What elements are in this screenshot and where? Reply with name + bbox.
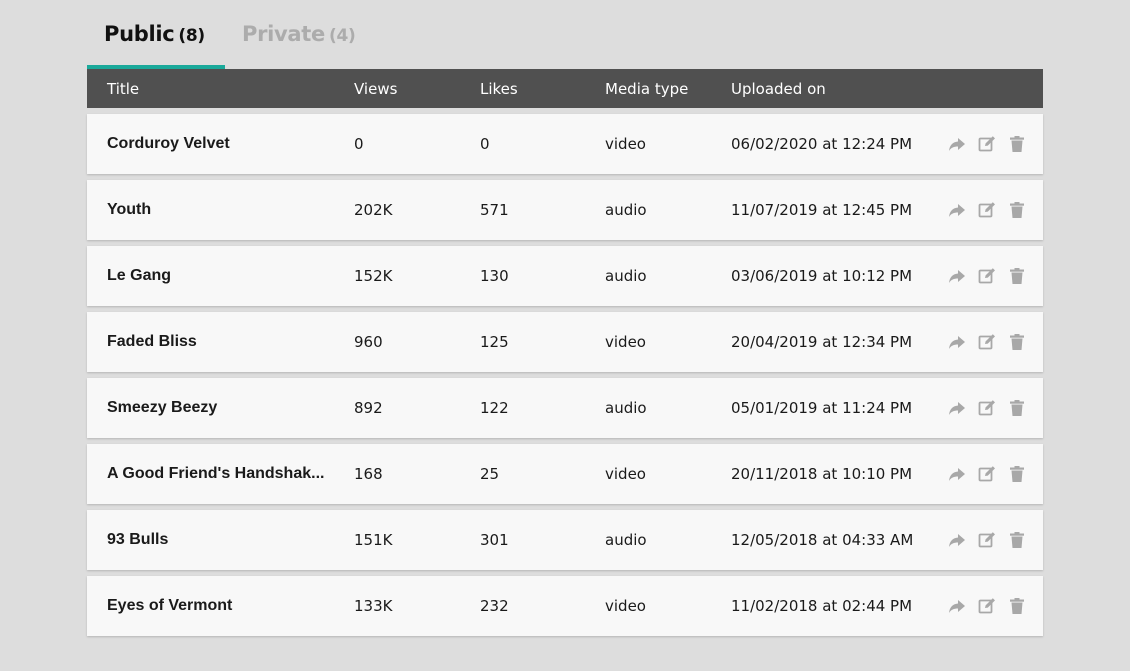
row-views: 152K — [354, 267, 393, 285]
column-header-title[interactable]: Title — [107, 80, 139, 98]
row-views: 202K — [354, 201, 393, 219]
row-likes: 130 — [480, 267, 509, 285]
row-likes: 571 — [480, 201, 509, 219]
row-title[interactable]: Youth — [107, 201, 331, 219]
row-actions — [948, 201, 1026, 219]
row-uploaded-on: 05/01/2019 at 11:24 PM — [731, 399, 913, 417]
table-row[interactable]: 93 Bulls 151K 301 audio 12/05/2018 at 04… — [87, 510, 1043, 570]
row-actions — [948, 333, 1026, 351]
row-views: 133K — [354, 597, 393, 615]
edit-icon[interactable] — [978, 465, 996, 483]
trash-icon[interactable] — [1008, 597, 1026, 615]
table-row[interactable]: Corduroy Velvet 0 0 video 06/02/2020 at … — [87, 114, 1043, 174]
tab-public[interactable]: Public (8) — [104, 22, 205, 46]
table-row[interactable]: Faded Bliss 960 125 video 20/04/2019 at … — [87, 312, 1043, 372]
row-views: 151K — [354, 531, 393, 549]
row-likes: 0 — [480, 135, 490, 153]
row-media-type: video — [605, 135, 646, 153]
table-body: Corduroy Velvet 0 0 video 06/02/2020 at … — [87, 114, 1043, 636]
share-icon[interactable] — [948, 597, 966, 615]
share-icon[interactable] — [948, 531, 966, 549]
table-row[interactable]: Eyes of Vermont 133K 232 video 11/02/201… — [87, 576, 1043, 636]
row-likes: 125 — [480, 333, 509, 351]
row-media-type: video — [605, 333, 646, 351]
share-icon[interactable] — [948, 399, 966, 417]
row-media-type: video — [605, 597, 646, 615]
edit-icon[interactable] — [978, 597, 996, 615]
trash-icon[interactable] — [1008, 135, 1026, 153]
share-icon[interactable] — [948, 135, 966, 153]
edit-icon[interactable] — [978, 399, 996, 417]
trash-icon[interactable] — [1008, 333, 1026, 351]
tab-private-count: (4) — [329, 26, 356, 46]
edit-icon[interactable] — [978, 201, 996, 219]
row-views: 0 — [354, 135, 364, 153]
trash-icon[interactable] — [1008, 465, 1026, 483]
trash-icon[interactable] — [1008, 531, 1026, 549]
row-title[interactable]: Eyes of Vermont — [107, 597, 331, 615]
row-uploaded-on: 12/05/2018 at 04:33 AM — [731, 531, 914, 549]
row-actions — [948, 267, 1026, 285]
row-likes: 122 — [480, 399, 509, 417]
share-icon[interactable] — [948, 201, 966, 219]
trash-icon[interactable] — [1008, 399, 1026, 417]
row-actions — [948, 399, 1026, 417]
row-media-type: audio — [605, 531, 647, 549]
row-actions — [948, 597, 1026, 615]
row-media-type: audio — [605, 201, 647, 219]
row-likes: 301 — [480, 531, 509, 549]
row-title[interactable]: Smeezy Beezy — [107, 399, 331, 417]
row-uploaded-on: 11/07/2019 at 12:45 PM — [731, 201, 913, 219]
share-icon[interactable] — [948, 333, 966, 351]
row-media-type: video — [605, 465, 646, 483]
trash-icon[interactable] — [1008, 201, 1026, 219]
table-row[interactable]: Youth 202K 571 audio 11/07/2019 at 12:45… — [87, 180, 1043, 240]
row-likes: 232 — [480, 597, 509, 615]
row-title[interactable]: Faded Bliss — [107, 333, 331, 351]
column-header-likes[interactable]: Likes — [480, 80, 518, 98]
row-media-type: audio — [605, 267, 647, 285]
row-uploaded-on: 03/06/2019 at 10:12 PM — [731, 267, 913, 285]
row-likes: 25 — [480, 465, 500, 483]
uploads-panel: Public (8) Private (4) Title Views Likes M… — [87, 0, 1043, 642]
tab-public-label: Public — [104, 22, 175, 46]
trash-icon[interactable] — [1008, 267, 1026, 285]
row-actions — [948, 531, 1026, 549]
row-uploaded-on: 06/02/2020 at 12:24 PM — [731, 135, 913, 153]
row-actions — [948, 135, 1026, 153]
column-header-uploaded-on[interactable]: Uploaded on — [731, 80, 826, 98]
tab-public-count: (8) — [178, 26, 205, 46]
row-views: 892 — [354, 399, 383, 417]
row-views: 168 — [354, 465, 383, 483]
row-title[interactable]: Corduroy Velvet — [107, 135, 331, 153]
table-header: Title Views Likes Media type Uploaded on — [87, 69, 1043, 108]
row-views: 960 — [354, 333, 383, 351]
table-row[interactable]: A Good Friend's Handshak... 168 25 video… — [87, 444, 1043, 504]
column-header-media-type[interactable]: Media type — [605, 80, 688, 98]
row-uploaded-on: 11/02/2018 at 02:44 PM — [731, 597, 913, 615]
table-row[interactable]: Smeezy Beezy 892 122 audio 05/01/2019 at… — [87, 378, 1043, 438]
edit-icon[interactable] — [978, 267, 996, 285]
table-row[interactable]: Le Gang 152K 130 audio 03/06/2019 at 10:… — [87, 246, 1043, 306]
row-uploaded-on: 20/11/2018 at 10:10 PM — [731, 465, 913, 483]
row-title[interactable]: Le Gang — [107, 267, 331, 285]
tab-bar: Public (8) Private (4) — [87, 0, 1043, 69]
edit-icon[interactable] — [978, 333, 996, 351]
edit-icon[interactable] — [978, 531, 996, 549]
row-media-type: audio — [605, 399, 647, 417]
row-actions — [948, 465, 1026, 483]
column-header-views[interactable]: Views — [354, 80, 397, 98]
edit-icon[interactable] — [978, 135, 996, 153]
tab-private-label: Private — [242, 22, 325, 46]
row-title[interactable]: 93 Bulls — [107, 531, 331, 549]
tab-private[interactable]: Private (4) — [242, 22, 356, 46]
row-uploaded-on: 20/04/2019 at 12:34 PM — [731, 333, 913, 351]
share-icon[interactable] — [948, 465, 966, 483]
share-icon[interactable] — [948, 267, 966, 285]
row-title[interactable]: A Good Friend's Handshak... — [107, 465, 331, 483]
